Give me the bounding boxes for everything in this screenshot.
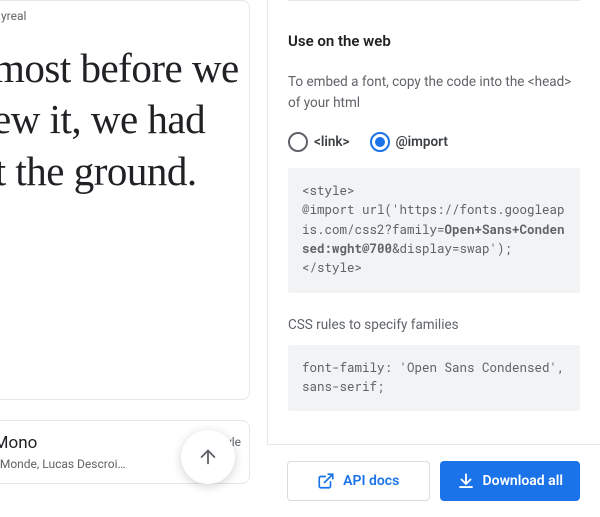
panel-footer: API docs Download all [267,444,600,517]
radio-option-link-label: <link> [314,134,350,150]
embed-code-block[interactable]: <style> @import url('https://fonts.googl… [288,168,580,293]
embed-method-radio-group: <link> @import [288,132,580,152]
panel-heading: Use on the web [288,32,580,50]
css-rules-label: CSS rules to specify families [288,317,580,333]
radio-option-import[interactable]: @import [370,132,448,152]
radio-option-link[interactable]: <link> [288,132,350,152]
download-all-button[interactable]: Download all [440,461,581,501]
radio-selected-icon [370,132,390,152]
panel-description: To embed a font, copy the code into the … [288,72,580,114]
radio-icon [288,132,308,152]
arrow-up-icon [197,446,219,468]
font-sample-text: Almost before we knew it, we had left th… [0,43,239,197]
radio-option-import-label: @import [396,134,448,150]
download-icon [457,472,475,490]
open-in-new-icon [317,472,335,490]
font-foundry-label: yreal [1,9,239,23]
api-docs-label: API docs [343,473,399,489]
scroll-top-button[interactable] [181,430,235,484]
download-all-label: Download all [483,473,563,489]
api-docs-button[interactable]: API docs [287,461,430,501]
divider [288,0,580,1]
font-preview-card[interactable]: yreal Almost before we knew it, we had l… [0,0,250,400]
embed-panel: Use on the web To embed a font, copy the… [267,0,600,517]
css-rule-block[interactable]: font-family: 'Open Sans Condensed', sans… [288,345,580,412]
